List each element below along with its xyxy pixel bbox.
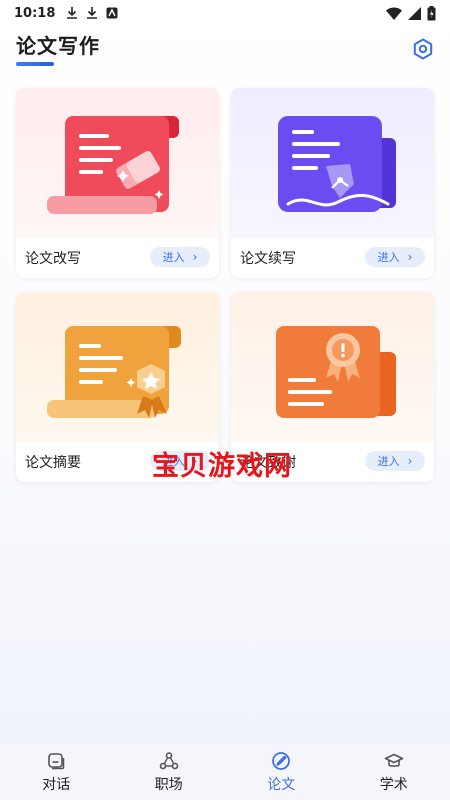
bottom-nav: 对话 职场 论文 学术 bbox=[0, 744, 450, 800]
download-icon bbox=[87, 7, 98, 19]
nav-item-career[interactable]: 职场 bbox=[113, 744, 226, 800]
enter-button[interactable]: 进入 › bbox=[365, 247, 425, 267]
nav-item-label: 职场 bbox=[154, 776, 183, 793]
battery-icon bbox=[427, 5, 436, 20]
enter-button-label: 进入 bbox=[377, 251, 400, 264]
page-title: 论文写作 bbox=[16, 34, 100, 58]
app-notification-icon bbox=[106, 7, 118, 19]
graduation-cap-icon bbox=[384, 753, 404, 767]
orange-scroll-badge-icon bbox=[46, 326, 181, 418]
red-scroll-icon bbox=[46, 116, 179, 214]
wifi-icon bbox=[386, 7, 402, 20]
status-bar: 10:18 bbox=[0, 0, 450, 26]
purple-scroll-pen-icon bbox=[277, 116, 396, 212]
nav-item-paper[interactable]: 论文 bbox=[225, 744, 338, 800]
nav-item-chat[interactable]: 对话 bbox=[0, 744, 113, 800]
chevron-right-icon: › bbox=[407, 250, 413, 264]
nav-item-academic[interactable]: 学术 bbox=[338, 744, 450, 800]
card-paper-rewrite[interactable]: 论文改写 进入 › bbox=[16, 88, 219, 278]
chevron-right-icon: › bbox=[192, 250, 198, 264]
nav-item-label: 对话 bbox=[42, 776, 71, 793]
chat-icon bbox=[48, 752, 65, 769]
enter-button-label: 进入 bbox=[377, 455, 400, 468]
status-time: 10:18 bbox=[14, 5, 56, 21]
card-title: 论文续写 bbox=[240, 251, 296, 267]
pen-icon bbox=[272, 751, 291, 770]
title-underline bbox=[16, 62, 54, 66]
nav-item-label: 学术 bbox=[379, 776, 408, 793]
settings-icon[interactable] bbox=[412, 38, 434, 60]
card-illustration bbox=[16, 292, 219, 442]
card-title: 论文改写 bbox=[25, 251, 81, 267]
orange-certificate-icon bbox=[275, 326, 396, 418]
network-icon bbox=[159, 751, 179, 769]
enter-button[interactable]: 进入 › bbox=[150, 247, 210, 267]
download-icon bbox=[67, 7, 78, 19]
enter-button-label: 进入 bbox=[162, 251, 185, 264]
card-paper-continue[interactable]: 论文续写 进入 › bbox=[231, 88, 434, 278]
enter-button[interactable]: 进入 › bbox=[365, 451, 425, 471]
card-illustration bbox=[231, 292, 434, 442]
card-illustration bbox=[231, 88, 434, 238]
signal-icon bbox=[408, 6, 421, 20]
nav-item-label: 论文 bbox=[267, 776, 296, 793]
card-illustration bbox=[16, 88, 219, 238]
page-header: 论文写作 bbox=[16, 30, 434, 70]
chevron-right-icon: › bbox=[407, 454, 413, 468]
watermark-text: 宝贝游戏网 bbox=[152, 451, 292, 482]
card-title: 论文摘要 bbox=[25, 455, 81, 471]
